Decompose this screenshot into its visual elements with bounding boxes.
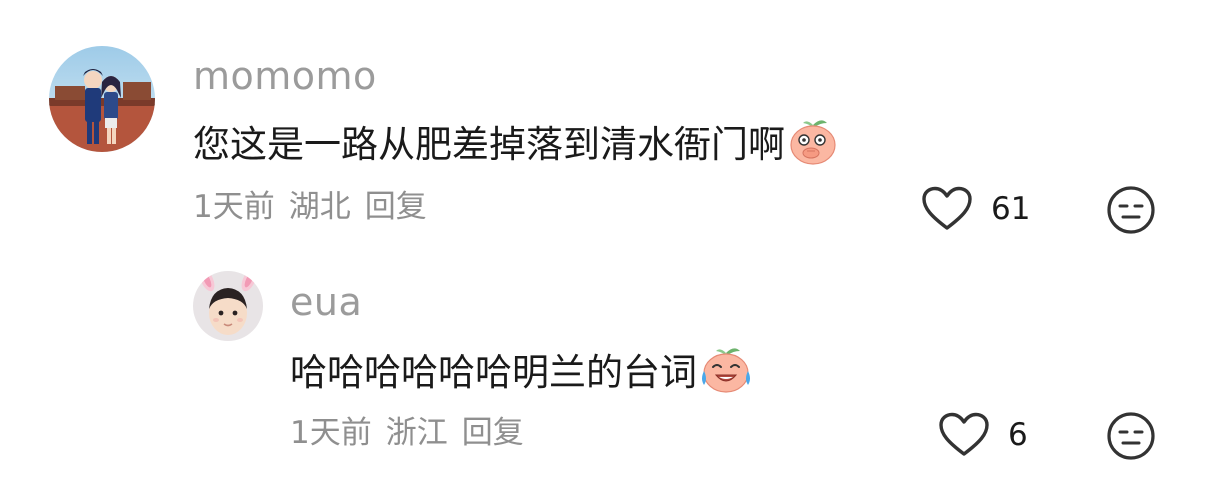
- comment-body: 您这是一路从肥差掉落到清水衙门啊: [193, 122, 785, 166]
- comment-thread: momomo 您这是一路从肥差掉落到清水衙门啊 1天前 湖北 回复 61 eua…: [0, 0, 1206, 485]
- username[interactable]: eua: [290, 283, 362, 321]
- comment-text: 哈哈哈哈哈哈明兰的台词: [290, 343, 753, 401]
- neutral-face-icon: [1107, 186, 1155, 234]
- comment-location: 湖北: [288, 189, 351, 225]
- comment-meta: 1天前 浙江 回复: [290, 418, 524, 449]
- reply-button[interactable]: 回复: [365, 192, 427, 223]
- reply-button[interactable]: 回复: [462, 418, 524, 449]
- heart-outline-icon: [939, 412, 989, 456]
- dislike-button[interactable]: [1106, 185, 1156, 239]
- heart-outline-icon: [922, 186, 972, 230]
- comment-time: 1天前: [290, 415, 372, 451]
- comment-body: 哈哈哈哈哈哈明兰的台词: [290, 350, 697, 394]
- comment-meta: 1天前 湖北 回复: [193, 192, 427, 223]
- dislike-button[interactable]: [1106, 411, 1156, 465]
- avatar[interactable]: [193, 271, 263, 341]
- like-button[interactable]: 6: [938, 412, 1028, 458]
- comment-location: 浙江: [385, 415, 448, 451]
- like-count: 6: [1008, 416, 1028, 453]
- peach-crying-laughing-emoji: [699, 343, 753, 401]
- comment-time: 1天前: [193, 189, 275, 225]
- like-count: 61: [991, 190, 1031, 227]
- avatar[interactable]: [49, 46, 155, 152]
- neutral-face-icon: [1107, 412, 1155, 460]
- username[interactable]: momomo: [193, 57, 377, 95]
- like-button[interactable]: 61: [921, 186, 1030, 232]
- comment-text: 您这是一路从肥差掉落到清水衙门啊: [193, 115, 839, 173]
- peach-covering-mouth-emoji: [787, 115, 839, 173]
